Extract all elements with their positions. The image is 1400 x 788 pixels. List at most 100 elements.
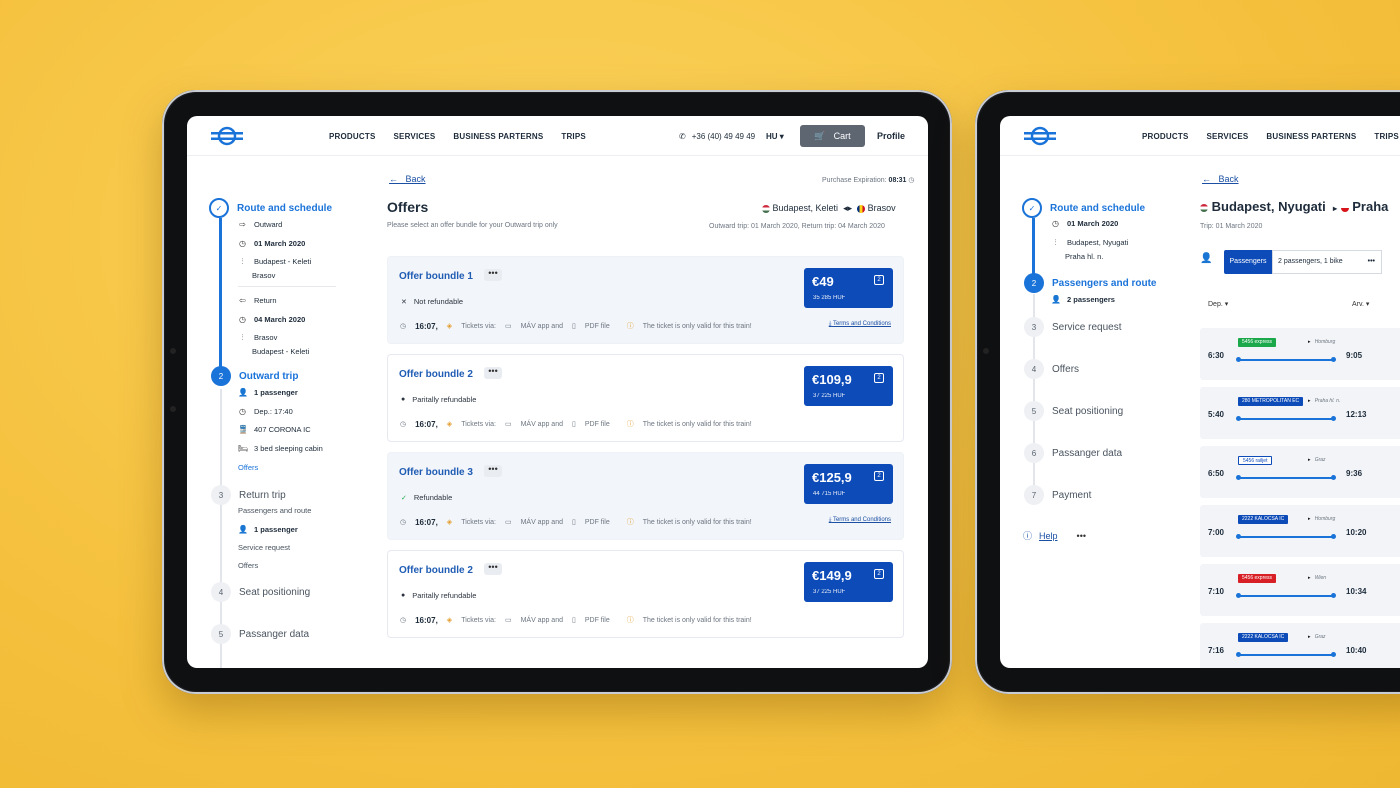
dot-icon: ● (401, 592, 406, 599)
outward-row: ⇨ Outward (239, 220, 283, 229)
step-label: Seat positioning (1052, 405, 1124, 417)
train-row[interactable]: 6:50 5456 railjet ▸ Graz 9:36 (1200, 446, 1400, 498)
close-icon: ✕ (401, 298, 407, 306)
route-track (1236, 357, 1336, 362)
step-route-schedule[interactable]: ✓ Route and schedule (1022, 198, 1145, 218)
phone-contact[interactable]: ✆ +36 (40) 49 49 49 (679, 132, 755, 141)
train-tag: 2222 KALOCSA IC (1238, 633, 1289, 642)
cart-button[interactable]: 🛒 Cart (800, 125, 865, 147)
arrow-right-icon: ▸ (1308, 516, 1311, 522)
offer-card[interactable]: Offer boundle 2 ••• ● Paritally refundabl… (387, 550, 904, 638)
more-icon[interactable]: ••• (484, 269, 502, 281)
train-row[interactable]: 7:00 2222 KALOCSA IC ▸ Homburg 10:20 (1200, 505, 1400, 557)
more-icon[interactable]: ••• (484, 367, 502, 379)
language-label: HU (766, 132, 778, 141)
nav-trips[interactable]: TRIPS (561, 132, 586, 141)
back-link[interactable]: ← Back (1202, 174, 1239, 184)
step-passenger-data[interactable]: 6 Passanger data (1024, 443, 1122, 463)
price-button[interactable]: €149,9 37 225 HUF 2 (804, 562, 893, 602)
step-payment[interactable]: 7 Payment (1024, 485, 1091, 505)
nav-services[interactable]: SERVICES (394, 132, 436, 141)
departure-sort[interactable]: Dep. ▾ (1208, 300, 1228, 308)
destination: ▸ Homburg (1308, 339, 1336, 345)
clock-icon: ◷ (908, 177, 915, 184)
step-seat-positioning[interactable]: 5 Seat positioning (1024, 401, 1123, 421)
passengers-selector[interactable]: 2 passengers, 1 bike ••• (1272, 250, 1382, 274)
offers-link[interactable]: Offers (238, 463, 258, 472)
offer-card[interactable]: Offer boundle 1 ••• ✕ Not refundable ◷ 16:… (387, 256, 904, 344)
step-number: 5 (211, 624, 231, 644)
passengers-tab[interactable]: Passengers (1224, 250, 1272, 274)
phone-app-icon: ▭ (504, 519, 512, 526)
train-row[interactable]: 5:40 280 METROPOLITAN EC ▸ Praha hl. n. … (1200, 387, 1400, 439)
price-button[interactable]: €109,9 37 225 HUF 2 (804, 366, 893, 406)
step-route-schedule[interactable]: ✓ Route and schedule (209, 198, 332, 218)
class-badge-icon: 2 (874, 471, 884, 481)
step-offers[interactable]: 4 Offers (1024, 359, 1079, 379)
train-row[interactable]: 7:16 2222 KALOCSA IC ▸ Graz 10:40 (1200, 623, 1400, 668)
offer-card[interactable]: Offer boundle 2 ••• ● Paritally refundabl… (387, 354, 904, 442)
refund-status: ● Paritally refundable (401, 591, 477, 600)
mav-logo-icon[interactable] (211, 126, 243, 146)
top-header: PRODUCTS SERVICES BUSINESS PARTERNS TRIP… (187, 116, 928, 156)
price-button[interactable]: €125,9 44 715 HUF 2 (804, 464, 893, 504)
more-icon[interactable]: ••• (484, 563, 502, 575)
clock-icon: ◷ (239, 315, 246, 324)
terms-link[interactable]: ⤓ Terms and Conditions (829, 517, 891, 524)
nav-trips[interactable]: TRIPS (1374, 132, 1399, 141)
route-icon: ⫶ (241, 257, 244, 266)
nav-business-partners[interactable]: BUSINESS PARTERNS (1266, 132, 1356, 141)
divider (238, 286, 336, 287)
help-icon: ⓘ (1023, 531, 1033, 541)
step-number: 3 (1024, 317, 1044, 337)
nav-products[interactable]: PRODUCTS (329, 132, 376, 141)
more-icon[interactable]: ••• (484, 465, 502, 477)
step-service-request[interactable]: 3 Service request (1024, 317, 1121, 337)
help-link[interactable]: ⓘ Help ••• (1023, 529, 1086, 542)
language-select[interactable]: HU ▾ (766, 132, 784, 141)
step-return-trip[interactable]: 3 Return trip (211, 485, 286, 505)
step-passenger-data[interactable]: 5 Passanger data (211, 624, 309, 644)
step-outward-trip[interactable]: 2 Outward trip (211, 366, 298, 386)
top-header: PRODUCTS SERVICES BUSINESS PARTERNS TRIP… (1000, 116, 1400, 156)
arrival-time: 9:05 (1346, 351, 1363, 360)
clock-icon: ◷ (400, 323, 407, 330)
arrival-time: 10:40 (1346, 646, 1367, 655)
refund-status: ✓ Refundable (401, 493, 453, 502)
train-row[interactable]: 6:30 5456 express ▸ Homburg 9:05 (1200, 328, 1400, 380)
service-request-sub: Service request (238, 543, 291, 552)
train-row[interactable]: 7:10 5456 express ▸ Wien 10:34 (1200, 564, 1400, 616)
nav-products[interactable]: PRODUCTS (1142, 132, 1189, 141)
destination: ▸ Homburg (1308, 516, 1336, 522)
offer-card[interactable]: Offer boundle 3 ••• ✓ Refundable ◷ 16:07, … (387, 452, 904, 540)
more-icon[interactable]: ••• (1077, 531, 1086, 541)
romania-flag-icon (857, 204, 866, 213)
outward-from: ⫶ Budapest - Keleti (238, 257, 312, 266)
nav-business-partners[interactable]: BUSINESS PARTERNS (453, 132, 543, 141)
back-link[interactable]: ← Back (389, 174, 426, 184)
arrow-right-icon: ▸ (1308, 634, 1311, 640)
step-label: Route and schedule (237, 202, 333, 214)
screen-offers: PRODUCTS SERVICES BUSINESS PARTERNS TRIP… (187, 116, 928, 668)
step-passengers-route[interactable]: 2 Passengers and route (1024, 273, 1156, 293)
price-button[interactable]: €49 35 285 HUF 2 (804, 268, 893, 308)
outward-to: Brasov (252, 271, 276, 280)
hungary-flag-icon (1200, 203, 1208, 212)
terms-link[interactable]: ⤓ Terms and Conditions (829, 321, 891, 328)
nav-services[interactable]: SERVICES (1207, 132, 1249, 141)
cart-label: Cart (833, 131, 851, 141)
arrival-sort[interactable]: Arv. ▾ (1352, 300, 1369, 308)
passenger-count-return: 👤 1 passenger (238, 525, 298, 534)
arrow-right-icon: ▸ (1308, 457, 1311, 463)
mav-logo-icon[interactable] (1024, 126, 1056, 146)
profile-link[interactable]: Profile (877, 131, 905, 141)
return-from: ⫶ Brasov (238, 333, 278, 342)
screen-schedule: PRODUCTS SERVICES BUSINESS PARTERNS TRIP… (1000, 116, 1400, 668)
step-number: 7 (1024, 485, 1044, 505)
step-label: Offers (1052, 363, 1080, 375)
pdf-icon: ▯ (571, 323, 576, 330)
check-icon: ✓ (209, 198, 229, 218)
step-seat-positioning[interactable]: 4 Seat positioning (211, 582, 310, 602)
route-to: Praha hl. n. (1065, 252, 1104, 261)
departure-time: 5:40 (1207, 410, 1224, 419)
